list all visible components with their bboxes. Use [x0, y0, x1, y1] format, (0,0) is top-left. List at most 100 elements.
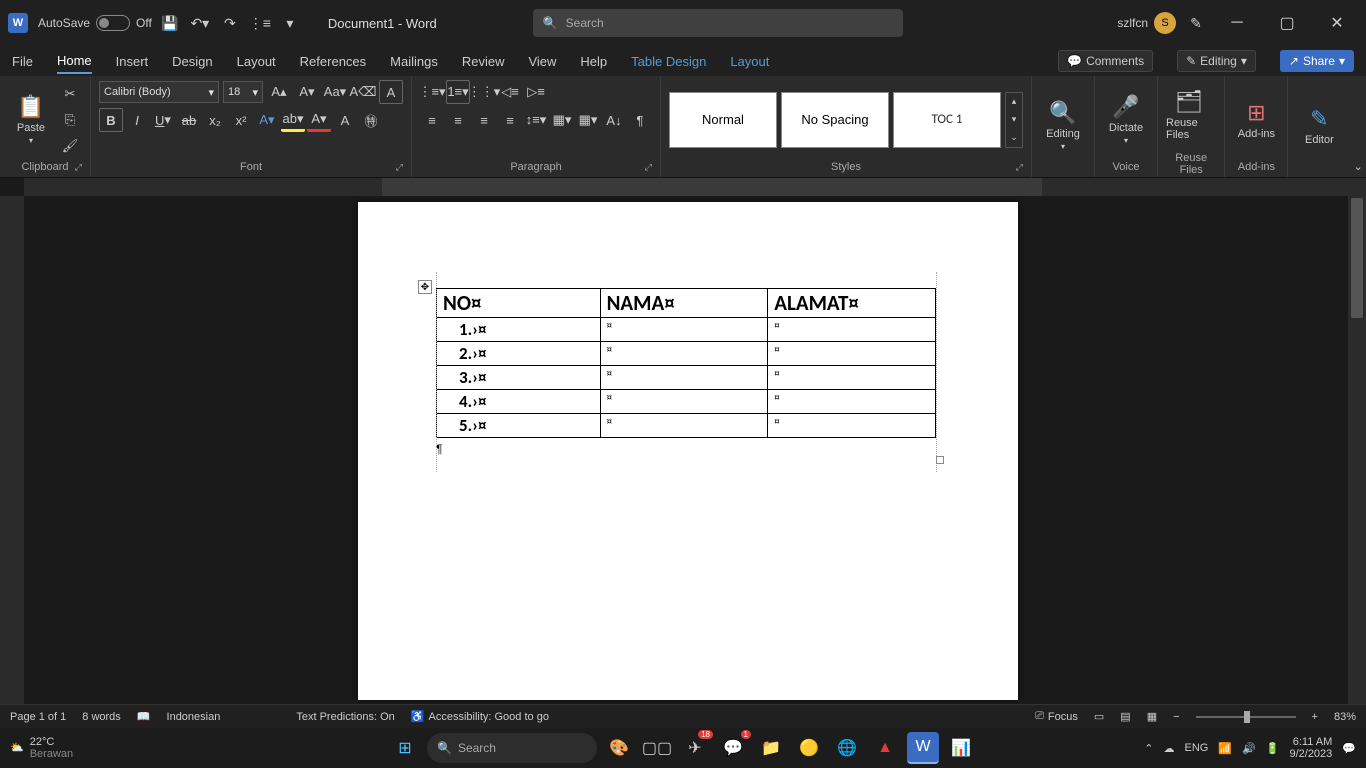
superscript-button[interactable]: x² — [229, 108, 253, 132]
line-spacing-icon[interactable]: ↕≡▾ — [524, 108, 548, 132]
share-button[interactable]: ↗ Share ▾ — [1280, 50, 1354, 72]
comments-button[interactable]: 💬 Comments — [1058, 50, 1153, 72]
zoom-level[interactable]: 83% — [1334, 711, 1356, 723]
borders-icon[interactable]: ▦▾ — [576, 108, 600, 132]
header-cell-no[interactable]: NO¤ — [437, 289, 601, 318]
system-clock[interactable]: 6:11 AM 9/2/2023 — [1289, 736, 1332, 760]
shrink-font-icon[interactable]: A▾ — [295, 80, 319, 104]
show-marks-icon[interactable]: ¶ — [628, 108, 652, 132]
save-icon[interactable]: 💾 — [158, 11, 182, 35]
addins-button[interactable]: ⊞Add-ins — [1233, 85, 1279, 155]
paste-button[interactable]: 📋 Paste▾ — [8, 85, 54, 155]
tab-view[interactable]: View — [528, 50, 556, 73]
tab-design[interactable]: Design — [172, 50, 212, 73]
copy-icon[interactable]: ⎘ — [58, 108, 82, 132]
bold-button[interactable]: B — [99, 108, 123, 132]
view-print-icon[interactable]: ▤ — [1120, 710, 1130, 723]
change-case-icon[interactable]: Aa▾ — [323, 80, 347, 104]
whatsapp-icon[interactable]: 💬1 — [717, 732, 749, 764]
tab-home[interactable]: Home — [57, 49, 92, 74]
autosave-toggle[interactable]: AutoSave Off — [38, 15, 152, 31]
tab-table-layout[interactable]: Layout — [730, 50, 769, 73]
battery-icon[interactable]: 🔋 — [1266, 742, 1280, 755]
table-header-row[interactable]: NO¤ NAMA¤ ALAMAT¤ — [437, 289, 936, 318]
copilot-icon[interactable]: 🎨 — [603, 732, 635, 764]
tab-help[interactable]: Help — [580, 50, 607, 73]
tray-overflow-icon[interactable]: ⌃ — [1144, 742, 1153, 755]
page[interactable]: ✥ NO¤ NAMA¤ ALAMAT¤ 1.›¤ ¤ ¤ 2.›¤ ¤ ¤ — [358, 202, 1018, 700]
header-cell-nama[interactable]: NAMA¤ — [600, 289, 768, 318]
multilevel-icon[interactable]: ⋮⋮▾ — [472, 80, 496, 104]
editing-mode-button[interactable]: ✎ Editing ▾ — [1177, 50, 1256, 72]
reuse-files-button[interactable]: 🗂Reuse Files — [1166, 80, 1212, 150]
style-normal[interactable]: Normal — [669, 92, 777, 148]
wifi-icon[interactable]: 📶 — [1218, 742, 1232, 755]
editor-button[interactable]: ✎Editor — [1296, 91, 1342, 161]
highlight-icon[interactable]: ab▾ — [281, 108, 305, 132]
telegram-icon[interactable]: ✈18 — [679, 732, 711, 764]
format-painter-icon[interactable]: 🖌 — [58, 134, 82, 158]
view-web-icon[interactable]: ▦ — [1147, 710, 1157, 723]
increase-indent-icon[interactable]: ▷≡ — [524, 80, 548, 104]
font-color-icon[interactable]: A▾ — [307, 108, 331, 132]
decrease-indent-icon[interactable]: ◁≡ — [498, 80, 522, 104]
table-move-handle-icon[interactable]: ✥ — [418, 280, 432, 294]
maximize-button[interactable]: ▢ — [1266, 8, 1308, 38]
phonetic-icon[interactable]: A — [379, 80, 403, 104]
sort-icon[interactable]: A↓ — [602, 108, 626, 132]
page-indicator[interactable]: Page 1 of 1 — [10, 711, 66, 723]
tab-mailings[interactable]: Mailings — [390, 50, 438, 73]
align-right-icon[interactable]: ≡ — [472, 108, 496, 132]
taskbar-search[interactable]: 🔍Search — [427, 733, 597, 763]
tray-lang[interactable]: ENG — [1185, 742, 1209, 754]
document-table[interactable]: NO¤ NAMA¤ ALAMAT¤ 1.›¤ ¤ ¤ 2.›¤ ¤ ¤ 3.›¤… — [436, 288, 936, 438]
zoom-in-icon[interactable]: + — [1312, 711, 1318, 723]
align-left-icon[interactable]: ≡ — [420, 108, 444, 132]
text-predictions[interactable]: Text Predictions: On — [296, 711, 394, 723]
table-row[interactable]: 3.›¤ ¤ ¤ — [437, 366, 936, 390]
header-cell-alamat[interactable]: ALAMAT¤ — [768, 289, 936, 318]
table-row[interactable]: 4.›¤ ¤ ¤ — [437, 390, 936, 414]
char-shading-icon[interactable]: A — [333, 108, 357, 132]
collapse-ribbon-icon[interactable]: ⌄ — [1350, 160, 1366, 177]
font-launcher-icon[interactable]: ⤢ — [396, 162, 403, 173]
clipboard-launcher-icon[interactable]: ⤢ — [75, 162, 82, 173]
edge-icon[interactable]: 🌐 — [831, 732, 863, 764]
font-size-select[interactable]: 18▾ — [223, 81, 263, 103]
text-effects-icon[interactable]: A▾ — [255, 108, 279, 132]
spell-check-icon[interactable]: 📖 — [137, 710, 151, 723]
tab-insert[interactable]: Insert — [116, 50, 149, 73]
style-toc1[interactable]: TOC 1 — [893, 92, 1001, 148]
explorer-icon[interactable]: 📁 — [755, 732, 787, 764]
undo-icon[interactable]: ↶▾ — [188, 11, 212, 35]
subscript-button[interactable]: x₂ — [203, 108, 227, 132]
cut-icon[interactable]: ✂ — [58, 82, 82, 106]
font-name-select[interactable]: Calibri (Body)▾ — [99, 81, 219, 103]
editing-button[interactable]: 🔍Editing▾ — [1040, 91, 1086, 161]
tab-references[interactable]: References — [300, 50, 366, 73]
unknown-app-icon[interactable]: 📊 — [945, 732, 977, 764]
table-row[interactable]: 5.›¤ ¤ ¤ — [437, 414, 936, 438]
minimize-button[interactable]: ─ — [1216, 8, 1258, 38]
table-resize-handle-icon[interactable] — [936, 456, 944, 464]
style-nospacing[interactable]: No Spacing — [781, 92, 889, 148]
redo-icon[interactable]: ↷ — [218, 11, 242, 35]
horizontal-ruler[interactable] — [24, 178, 1366, 196]
word-taskbar-icon[interactable]: W — [907, 732, 939, 764]
tab-file[interactable]: File — [12, 50, 33, 73]
styles-launcher-icon[interactable]: ⤢ — [1016, 162, 1023, 173]
grow-font-icon[interactable]: A▴ — [267, 80, 291, 104]
table-row[interactable]: 1.›¤ ¤ ¤ — [437, 318, 936, 342]
paragraph-launcher-icon[interactable]: ⤢ — [645, 162, 652, 173]
justify-icon[interactable]: ≡ — [498, 108, 522, 132]
tab-review[interactable]: Review — [462, 50, 505, 73]
view-read-icon[interactable]: ▭ — [1094, 710, 1104, 723]
zoom-slider[interactable] — [1196, 716, 1296, 718]
italic-button[interactable]: I — [125, 108, 149, 132]
table-row[interactable]: 2.›¤ ¤ ¤ — [437, 342, 936, 366]
volume-icon[interactable]: 🔊 — [1242, 742, 1256, 755]
close-button[interactable]: ✕ — [1316, 8, 1358, 38]
tab-table-design[interactable]: Table Design — [631, 50, 706, 73]
tab-layout[interactable]: Layout — [237, 50, 276, 73]
search-box[interactable]: 🔍 Search — [533, 9, 903, 37]
